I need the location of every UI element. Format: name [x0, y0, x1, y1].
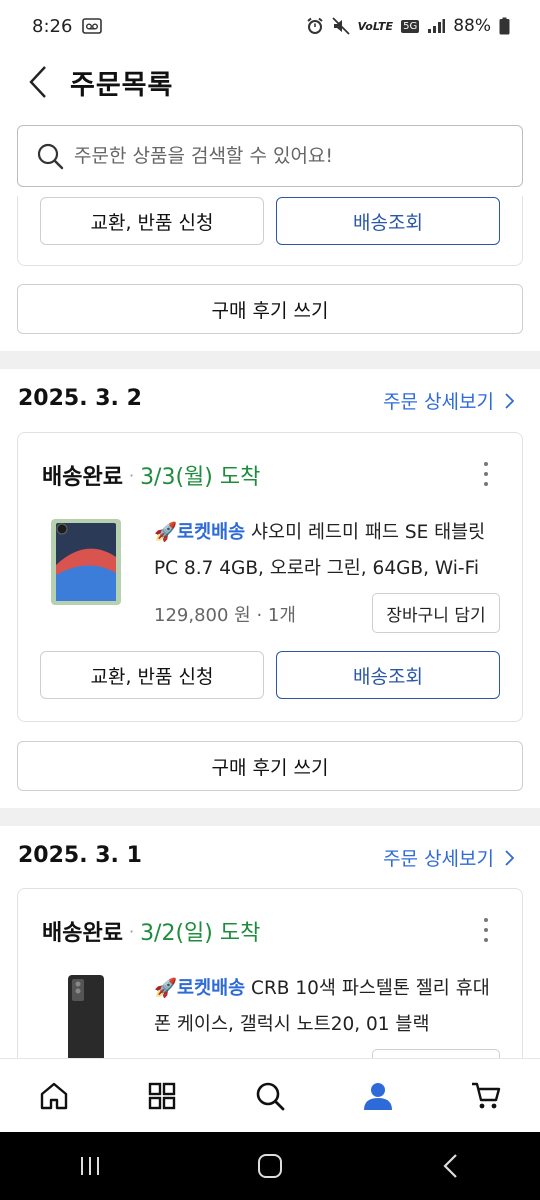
product-thumbnail[interactable]	[48, 517, 124, 607]
system-home-button[interactable]	[240, 1141, 300, 1191]
back-icon	[443, 1154, 457, 1178]
home-button-icon	[258, 1154, 282, 1178]
search-icon	[256, 1082, 285, 1110]
network-badge: 5G	[401, 19, 420, 33]
home-icon	[40, 1082, 68, 1109]
rocket-icon: 🚀	[154, 522, 178, 543]
order-detail-label: 주문 상세보기	[383, 391, 494, 413]
order-date: 2025. 3. 1	[18, 843, 142, 868]
chevron-right-icon	[505, 392, 514, 409]
order-search-box[interactable]	[17, 125, 523, 187]
order-card-partial: 교환, 반품 신청 배송조회	[17, 196, 523, 266]
phone-case-image	[68, 975, 104, 1058]
nav-search[interactable]	[240, 1066, 300, 1126]
product-name-line[interactable]: 🚀로켓배송 CRB 10색 파스텔톤 젤리 휴대폰 케이스, 갤럭시 노트20,…	[154, 971, 504, 1043]
nav-home[interactable]	[24, 1066, 84, 1126]
product-thumbnail[interactable]	[48, 973, 124, 1058]
chevron-left-icon	[29, 66, 46, 98]
battery-icon	[499, 17, 510, 35]
rocket-delivery-badge: 로켓배송	[177, 522, 246, 543]
section-divider	[0, 808, 540, 826]
category-grid-icon	[148, 1082, 176, 1109]
alarm-icon	[306, 17, 324, 35]
cart-icon	[472, 1082, 501, 1108]
arrival-date: 3/3(월) 도착	[140, 465, 261, 490]
app-header: 주문목록	[0, 52, 540, 112]
signal-icon	[427, 18, 446, 34]
page-title: 주문목록	[70, 69, 174, 101]
battery-percent: 88%	[453, 16, 491, 36]
product-name-line[interactable]: 🚀로켓배송 샤오미 레드미 패드 SE 태블릿 PC 8.7 4GB, 오로라 …	[154, 515, 504, 587]
my-page-icon	[364, 1082, 392, 1110]
write-review-button[interactable]: 구매 후기 쓰기	[17, 284, 523, 334]
track-delivery-button[interactable]: 배송조회	[276, 197, 500, 245]
nav-cart[interactable]	[456, 1066, 516, 1126]
rocket-delivery-badge: 로켓배송	[177, 978, 246, 999]
system-navigation-bar	[0, 1132, 540, 1200]
tablet-image	[51, 519, 121, 605]
order-card: 배송완료 · 3/2(일) 도착 🚀로켓배송 CRB 10색 파스텔톤 젤리 휴…	[17, 888, 523, 1058]
delivery-status: 배송완료 · 3/3(월) 도착	[42, 459, 260, 491]
add-to-cart-button[interactable]	[372, 1049, 500, 1058]
volte-icon: VoLTE	[357, 19, 394, 33]
bottom-navigation	[0, 1058, 540, 1132]
order-detail-label: 주문 상세보기	[383, 848, 494, 870]
price-quantity: 129,800 원 · 1개	[154, 605, 296, 626]
track-delivery-button[interactable]: 배송조회	[276, 651, 500, 699]
arrival-date: 3/2(일) 도착	[140, 921, 261, 946]
exchange-return-button[interactable]: 교환, 반품 신청	[40, 197, 264, 245]
add-to-cart-button[interactable]: 장바구니 담기	[372, 593, 500, 633]
search-icon	[37, 143, 64, 170]
order-card: 배송완료 · 3/3(월) 도착 🚀로켓배송 샤오미 레드미 패드 SE 태블릿…	[17, 432, 523, 722]
recent-apps-icon	[81, 1157, 99, 1175]
order-date: 2025. 3. 2	[18, 386, 142, 411]
order-list[interactable]: 교환, 반품 신청 배송조회 구매 후기 쓰기 2025. 3. 2 주문 상세…	[0, 196, 540, 1058]
delivery-status: 배송완료 · 3/2(일) 도착	[42, 915, 260, 947]
rocket-icon: 🚀	[154, 978, 178, 999]
clock: 8:26	[32, 15, 73, 37]
recent-apps-button[interactable]	[60, 1141, 120, 1191]
status-bar: 8:26 VoLTE 5G 88%	[0, 0, 540, 52]
order-detail-link[interactable]: 주문 상세보기	[383, 844, 514, 871]
back-button[interactable]	[18, 62, 58, 102]
system-back-button[interactable]	[420, 1141, 480, 1191]
status-label: 배송완료	[42, 465, 123, 490]
voicemail-icon	[82, 18, 103, 34]
nav-my-page[interactable]	[348, 1066, 408, 1126]
section-divider	[0, 351, 540, 369]
mute-icon	[331, 17, 350, 35]
chevron-right-icon	[505, 849, 514, 866]
search-input[interactable]	[74, 145, 494, 167]
status-label: 배송완료	[42, 921, 123, 946]
order-detail-link[interactable]: 주문 상세보기	[383, 387, 514, 414]
write-review-button[interactable]: 구매 후기 쓰기	[17, 741, 523, 791]
more-options-button[interactable]	[476, 459, 496, 489]
exchange-return-button[interactable]: 교환, 반품 신청	[40, 651, 264, 699]
more-options-button[interactable]	[476, 915, 496, 945]
nav-category[interactable]	[132, 1066, 192, 1126]
